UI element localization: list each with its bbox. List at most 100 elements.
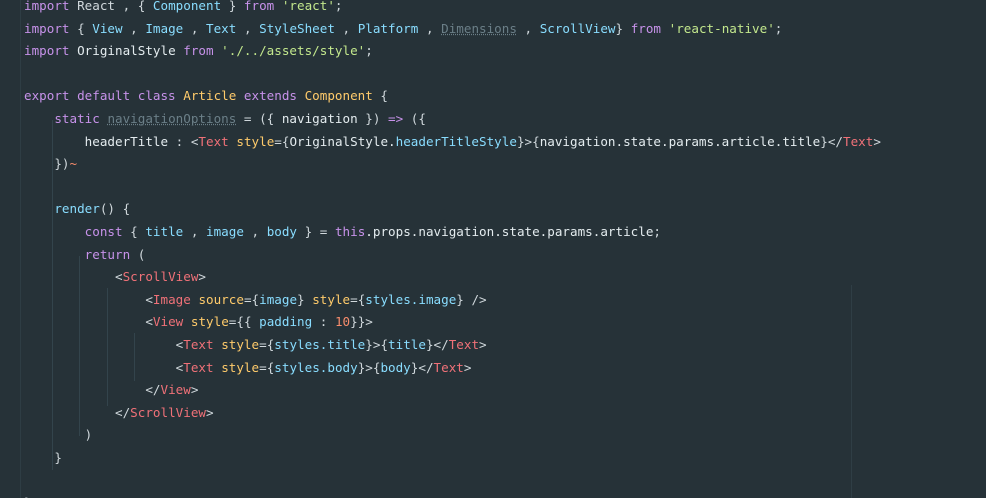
code-token: image: [259, 291, 298, 307]
code-line[interactable]: [24, 469, 881, 492]
code-line[interactable]: }: [24, 447, 881, 470]
code-token: View: [92, 20, 123, 36]
code-token: : <: [168, 133, 199, 149]
code-token: padding: [259, 314, 313, 330]
code-token: <: [115, 269, 123, 285]
code-line[interactable]: static navigationOptions = ({ navigation…: [24, 108, 881, 131]
code-token: return: [84, 246, 131, 262]
code-token: static: [54, 110, 100, 126]
code-token: >: [463, 359, 472, 375]
code-token: ={: [350, 291, 366, 307]
code-token: styles.body: [274, 359, 358, 375]
code-line[interactable]: </View>: [24, 379, 881, 402]
code-token: Text: [206, 20, 237, 36]
code-token: ({: [403, 110, 426, 126]
code-line[interactable]: export default class Article extends Com…: [24, 85, 881, 108]
code-line[interactable]: </ScrollView>: [24, 402, 881, 425]
code-token: ,: [516, 20, 540, 36]
code-line[interactable]: import { View , Image , Text , StyleShee…: [24, 18, 881, 41]
code-line[interactable]: })~: [24, 153, 881, 176]
code-token: ={: [243, 291, 260, 307]
code-token: Component: [152, 0, 222, 13]
code-token: <: [145, 314, 153, 330]
code-line[interactable]: <ScrollView>: [24, 266, 881, 289]
code-token: import: [24, 43, 70, 59]
code-token: body: [380, 359, 411, 375]
code-token: ~: [69, 156, 78, 172]
code-token: Text: [183, 359, 214, 375]
code-token: OriginalStyle.: [289, 133, 396, 149]
code-token: Image: [145, 20, 184, 36]
code-token: import: [24, 0, 70, 13]
code-token: }>{: [516, 133, 540, 149]
code-token: Text: [183, 336, 214, 352]
code-line[interactable]: [24, 63, 881, 86]
code-token: render: [54, 201, 100, 217]
code-token: View: [152, 314, 184, 330]
code-token: ;: [334, 0, 343, 13]
code-line[interactable]: ): [24, 424, 881, 447]
code-line[interactable]: import React , { Component } from 'react…: [24, 0, 881, 18]
code-token: Dimensions: [441, 20, 517, 36]
code-token: style: [221, 336, 260, 352]
code-token: ScrollView: [122, 269, 199, 285]
code-token: Text: [198, 133, 229, 149]
code-token: View: [160, 382, 191, 398]
code-token: }: [615, 20, 631, 36]
code-token: =>: [388, 110, 404, 126]
code-line[interactable]: }: [24, 492, 881, 498]
code-token: navigation.state.params.article.title: [539, 133, 821, 149]
code-token: } />: [456, 291, 487, 307]
code-token: ,: [183, 20, 207, 36]
code-token: }</: [820, 133, 843, 149]
code-token: image: [206, 223, 244, 239]
code-token: ,: [236, 20, 260, 36]
code-token: headerTitleStyle: [395, 133, 517, 149]
code-token: ;: [365, 43, 373, 59]
code-token: ScrollView: [130, 404, 206, 420]
code-token: ,: [183, 223, 207, 239]
code-token: ={: [259, 359, 275, 375]
code-line[interactable]: <Text style={styles.title}>{title}</Text…: [24, 334, 881, 357]
code-token: >: [873, 133, 881, 149]
code-token: :: [312, 314, 335, 330]
code-token: ScrollView: [539, 20, 616, 36]
code-token: }>{: [365, 336, 389, 352]
code-line[interactable]: const { title , image , body } = this.pr…: [24, 221, 881, 244]
code-token: }>{: [357, 359, 381, 375]
code-token: >: [190, 382, 199, 398]
code-line[interactable]: headerTitle : <Text style={OriginalStyle…: [24, 131, 881, 154]
code-token: styles.image: [365, 291, 457, 307]
code-token: {: [69, 20, 93, 36]
code-token: >: [198, 269, 207, 285]
code-line[interactable]: render() {: [24, 198, 881, 221]
code-token: import: [24, 20, 70, 36]
code-token: headerTitle: [84, 133, 169, 149]
code-token: Text: [433, 359, 464, 375]
code-token: ,: [122, 20, 146, 36]
code-line[interactable]: <Image source={image} style={styles.imag…: [24, 289, 881, 312]
code-token: const: [84, 223, 123, 239]
code-editor[interactable]: import React , { Component } from 'react…: [0, 0, 986, 498]
code-line[interactable]: <Text style={styles.body}>{body}</Text>: [24, 357, 881, 380]
code-token: ): [84, 427, 93, 443]
code-token: from: [183, 43, 214, 59]
code-token: ;: [774, 20, 783, 36]
code-area[interactable]: import React , { Component } from 'react…: [24, 0, 881, 498]
code-token: export default class: [24, 88, 176, 104]
code-line[interactable]: import OriginalStyle from './../assets/s…: [24, 40, 881, 63]
code-line[interactable]: <View style={{ padding : 10}}>: [24, 311, 881, 334]
code-token: </: [145, 382, 161, 398]
code-line[interactable]: return (: [24, 244, 881, 267]
code-line[interactable]: [24, 176, 881, 199]
code-token: }}>: [350, 314, 373, 330]
code-token: this: [334, 223, 366, 239]
code-token: }: [54, 449, 62, 465]
